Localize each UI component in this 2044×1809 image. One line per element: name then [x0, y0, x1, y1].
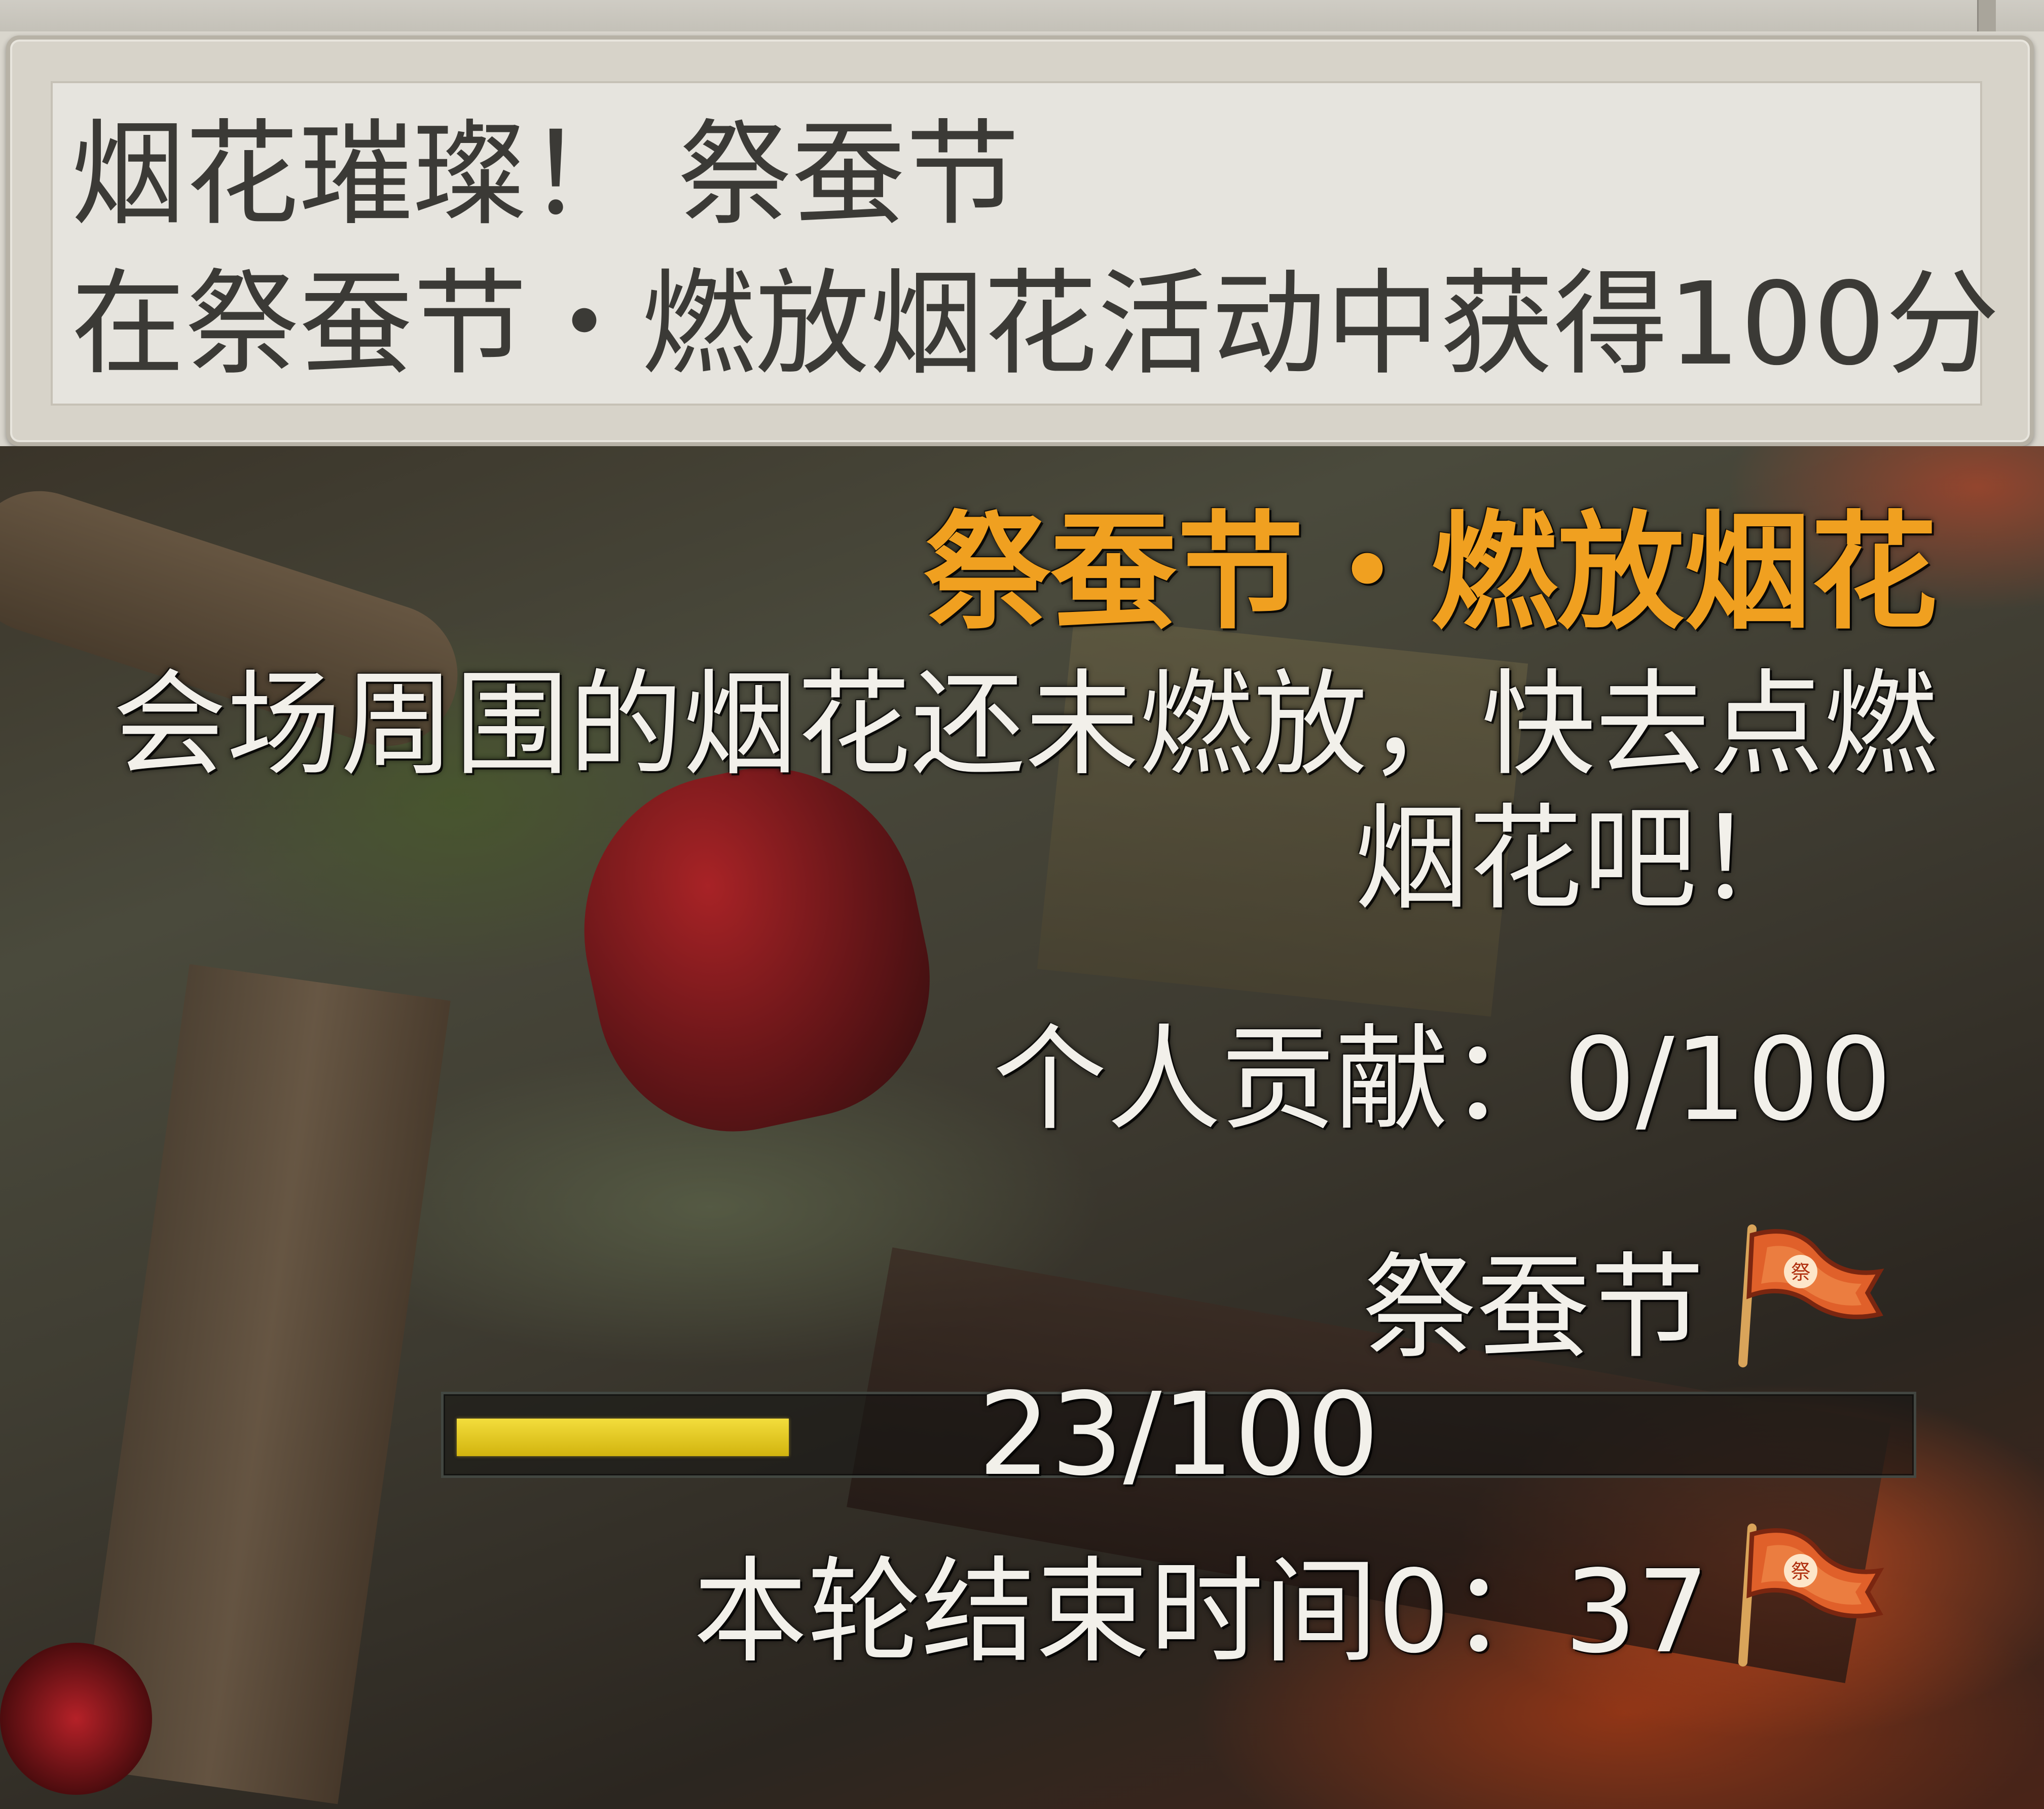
- timer-flag-icon[interactable]: 祭: [1729, 1516, 1891, 1668]
- progress-value: 23/100: [978, 1368, 1379, 1501]
- festival-label: 祭蚕节: [1362, 1242, 1704, 1374]
- achievement-tooltip: 烟花璀璨！ 祭蚕节 在祭蚕节・燃放烟花活动中获得100分: [0, 0, 2044, 446]
- scene-red-lantern: [555, 740, 956, 1156]
- event-title: 祭蚕节・燃放烟花: [924, 499, 1938, 646]
- event-description-line1: 会场周围的烟花还未燃放，快去点燃: [113, 659, 1938, 791]
- round-end-timer: 本轮结束时间0：37: [693, 1546, 1709, 1679]
- scrollbar-handle[interactable]: [1977, 0, 1996, 31]
- tooltip-description: 在祭蚕节・燃放烟花活动中获得100分: [71, 258, 2000, 391]
- event-description-line2: 烟花吧！: [1355, 793, 1811, 926]
- festival-flag-icon[interactable]: 祭: [1729, 1217, 1891, 1369]
- svg-text:祭: 祭: [1791, 1261, 1810, 1284]
- tooltip-top-strip: [0, 0, 2044, 31]
- personal-contribution: 个人贡献：0/100: [993, 1014, 1892, 1146]
- tooltip-title: 烟花璀璨！ 祭蚕节: [71, 108, 1020, 241]
- svg-text:祭: 祭: [1791, 1561, 1810, 1583]
- scene-red-object: [0, 1643, 152, 1795]
